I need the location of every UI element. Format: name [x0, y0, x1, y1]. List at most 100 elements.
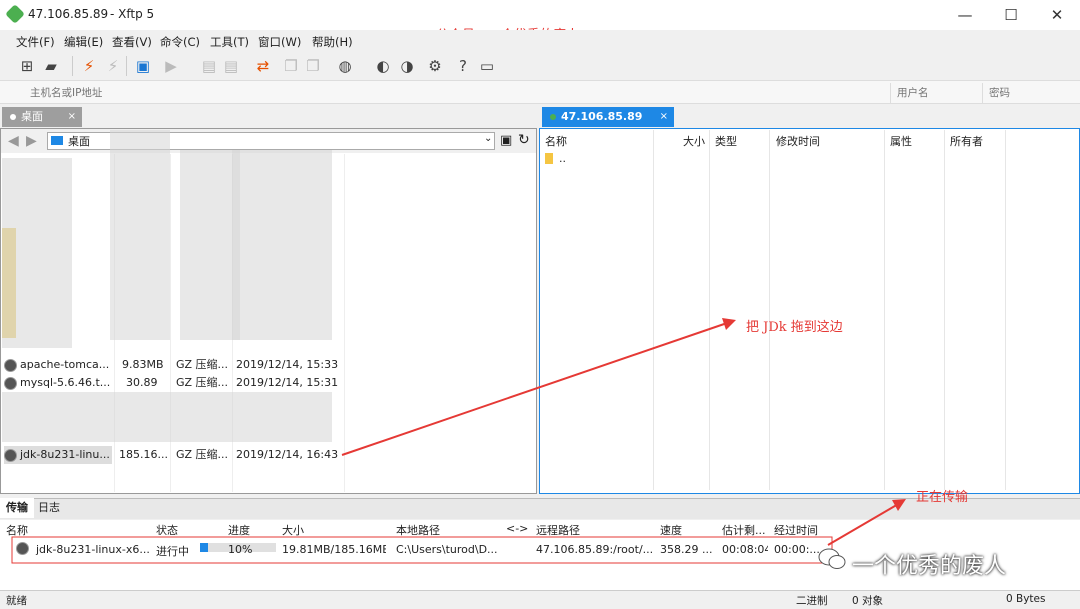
tab-remote-host[interactable]: 47.106.85.89 × — [542, 107, 674, 127]
column-divider — [344, 154, 345, 492]
minimize-button[interactable]: — — [942, 0, 988, 30]
properties-icon[interactable]: ▣ — [134, 57, 152, 75]
col-header-owner[interactable]: 所有者 — [950, 133, 983, 149]
disconnect-icon[interactable]: ⚡ — [104, 57, 122, 75]
col-header-name[interactable]: 名称 — [545, 133, 567, 149]
col-header-size[interactable]: 大小 — [683, 133, 705, 149]
parent-directory[interactable]: .. — [559, 152, 566, 165]
file-date: 2019/12/14, 15:31 — [236, 376, 339, 389]
status-bar — [0, 590, 1080, 609]
tab-close-icon[interactable]: × — [660, 107, 668, 127]
password-input[interactable] — [982, 83, 1079, 103]
transfer-file-name[interactable]: jdk-8u231-linux-x6... — [36, 543, 150, 556]
menu-file[interactable]: 文件(F) — [16, 34, 55, 50]
menu-window[interactable]: 窗口(W) — [258, 34, 301, 50]
col-header-attributes[interactable]: 属性 — [890, 133, 912, 149]
status-mode: 二进制 — [796, 595, 828, 607]
file-archive-icon — [4, 356, 20, 374]
file-archive-icon — [4, 374, 20, 392]
list-item[interactable]: jdk-8u231-linu... 185.16... GZ 压缩... 201… — [4, 446, 338, 464]
file-archive-icon — [4, 446, 20, 464]
transfer-remaining: 00:08:04 — [722, 543, 768, 556]
sync-icon[interactable]: ⇄ — [254, 57, 272, 75]
chat-icon[interactable]: ▭ — [478, 57, 496, 75]
th-direction[interactable]: <-> — [506, 522, 528, 535]
file-size: 185.16... — [119, 448, 168, 461]
menu-command[interactable]: 命令(C) — [160, 34, 200, 50]
xftp-icon[interactable]: ◑ — [398, 57, 416, 75]
transfer-local-path: C:\Users\turod\D... — [396, 543, 498, 556]
file-name: mysql-5.6.46.t... — [20, 376, 111, 389]
maximize-button[interactable]: ☐ — [988, 0, 1034, 30]
forward-arrow-icon[interactable]: ▶ — [26, 133, 37, 149]
transfer-speed: 358.29 ... — [660, 543, 713, 556]
file-date: 2019/12/14, 16:43 — [236, 448, 339, 461]
username-input[interactable] — [890, 83, 987, 103]
back-arrow-icon[interactable]: ◀ — [8, 133, 19, 149]
window-title-host: 47.106.85.89 — [28, 7, 109, 21]
tab-transfer[interactable]: 传输 — [0, 498, 34, 518]
tab-remote-label: 47.106.85.89 — [561, 110, 643, 123]
status-bytes: 0 Bytes — [1006, 593, 1046, 605]
file-type: GZ 压缩... — [176, 358, 229, 371]
file-date: 2019/12/14, 15:33 — [236, 358, 339, 371]
blurred-region — [2, 392, 332, 442]
globe-icon[interactable]: ◍ — [336, 57, 354, 75]
connected-dot-icon — [550, 114, 556, 120]
column-divider — [944, 130, 945, 490]
blurred-region — [180, 150, 240, 340]
play-icon[interactable]: ▶ — [162, 57, 180, 75]
menu-view[interactable]: 查看(V) — [112, 34, 152, 50]
desktop-icon — [51, 136, 63, 145]
blurred-region — [2, 228, 16, 338]
new-session-icon[interactable]: ⊞ — [18, 57, 36, 75]
column-divider — [769, 130, 770, 490]
host-input[interactable] — [14, 83, 904, 103]
status-ready: 就绪 — [6, 595, 27, 607]
col-header-modified[interactable]: 修改时间 — [776, 133, 820, 149]
column-divider — [1005, 130, 1006, 490]
col-header-type[interactable]: 类型 — [715, 133, 737, 149]
copy-icon[interactable]: ❐ — [282, 57, 300, 75]
xshell-icon[interactable]: ◐ — [374, 57, 392, 75]
progress-fill — [200, 543, 208, 552]
gear-icon[interactable]: ⚙ — [426, 57, 444, 75]
tab-close-icon[interactable]: × — [68, 107, 76, 127]
column-divider — [884, 130, 885, 490]
file-name: apache-tomca... — [20, 358, 110, 371]
tab-local-label: 桌面 — [21, 110, 43, 123]
chevron-down-icon[interactable]: ⌄ — [484, 133, 492, 144]
menu-tools[interactable]: 工具(T) — [210, 34, 249, 50]
paste-doc-icon[interactable]: ▤ — [222, 57, 240, 75]
connect-icon[interactable]: ⚡ — [80, 57, 98, 75]
progress-text: 10% — [228, 543, 253, 556]
path-label: 桌面 — [68, 135, 90, 148]
transfer-status: 进行中 — [156, 545, 189, 558]
file-size: 9.83MB — [122, 358, 164, 371]
refresh-icon[interactable]: ↻ — [518, 132, 530, 148]
file-name: jdk-8u231-linu... — [20, 448, 110, 461]
blurred-region — [110, 130, 170, 340]
menu-edit[interactable]: 编辑(E) — [64, 34, 103, 50]
tab-status-dot — [10, 114, 16, 120]
transfer-size: 19.81MB/185.16MB — [282, 543, 386, 556]
menu-help[interactable]: 帮助(H) — [312, 34, 353, 50]
copy-doc-icon[interactable]: ▤ — [200, 57, 218, 75]
annotation-drag-here: 把 JDk 拖到这边 — [746, 320, 843, 335]
transfer-elapsed: 00:00:... — [774, 543, 820, 556]
open-folder-icon[interactable]: ▣ — [500, 133, 512, 148]
file-size: 30.89 — [126, 376, 158, 389]
close-button[interactable]: ✕ — [1034, 0, 1080, 30]
transfer-remote-path: 47.106.85.89:/root/... — [536, 543, 654, 556]
window-title-app: - Xftp 5 — [110, 7, 155, 21]
tab-local-desktop[interactable]: 桌面 × — [2, 107, 82, 127]
help-icon[interactable]: ? — [454, 57, 472, 75]
folder-icon — [545, 153, 553, 164]
status-objects: 0 对象 — [852, 595, 884, 607]
paste-icon[interactable]: ❐ — [304, 57, 322, 75]
tab-log[interactable]: 日志 — [32, 498, 66, 518]
file-type: GZ 压缩... — [176, 448, 229, 461]
column-divider — [709, 130, 710, 490]
open-folder-icon[interactable]: ▰ — [42, 57, 60, 75]
file-archive-icon — [16, 541, 32, 555]
